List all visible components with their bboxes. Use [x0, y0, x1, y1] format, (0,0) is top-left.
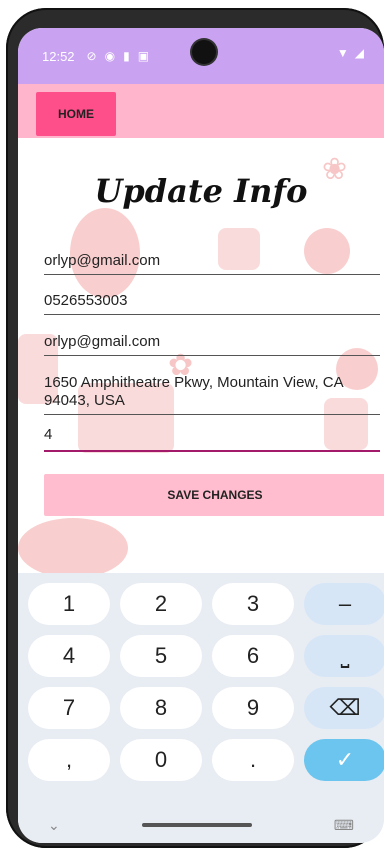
vpn-icon: ⊘: [86, 49, 97, 63]
nav-bar: ⌄ ⌨: [18, 807, 384, 843]
email-field[interactable]: orlyp@gmail.com: [44, 252, 380, 275]
save-changes-button[interactable]: SAVE CHANGES: [44, 474, 384, 516]
minus-key[interactable]: –: [304, 583, 384, 625]
keyboard-icon[interactable]: ⌨: [334, 817, 354, 834]
key-6[interactable]: 6: [212, 635, 294, 677]
key-1[interactable]: 1: [28, 583, 110, 625]
key-5[interactable]: 5: [120, 635, 202, 677]
key-2[interactable]: 2: [120, 583, 202, 625]
address-field[interactable]: 1650 Amphitheatre Pkwy, Mountain View, C…: [44, 374, 380, 415]
key-0[interactable]: 0: [120, 739, 202, 781]
enter-key[interactable]: ✓: [304, 739, 384, 781]
home-button[interactable]: HOME: [36, 92, 116, 136]
phone-frame: 12:52 ⊘ ◉ ▮ ▣ ▼ ◢ HOME ✿ ❀ Update Info o…: [6, 8, 384, 848]
decor-blob: [18, 518, 128, 573]
front-camera: [192, 40, 216, 64]
comma-key[interactable]: ,: [28, 739, 110, 781]
chevron-down-icon[interactable]: ⌄: [48, 817, 60, 834]
phone-field[interactable]: 0526553003: [44, 292, 380, 315]
key-4[interactable]: 4: [28, 635, 110, 677]
space-key[interactable]: ⎵: [304, 635, 384, 677]
status-left-icons: ⊘ ◉ ▮ ▣: [87, 49, 150, 63]
screen: 12:52 ⊘ ◉ ▮ ▣ ▼ ◢ HOME ✿ ❀ Update Info o…: [18, 28, 384, 843]
backspace-key[interactable]: ⌫: [304, 687, 384, 729]
wifi-icon: ▼: [336, 46, 349, 60]
form-content: ✿ ❀ Update Info orlyp@gmail.com 05265530…: [18, 138, 384, 573]
email-confirm-field[interactable]: orlyp@gmail.com: [44, 333, 380, 356]
period-key[interactable]: .: [212, 739, 294, 781]
security-icon: ◉: [104, 49, 116, 63]
home-indicator[interactable]: [141, 823, 252, 827]
notification-icon: ▣: [137, 49, 150, 63]
app-bar: HOME: [18, 84, 384, 138]
status-right-icons: ▼ ◢: [337, 46, 364, 60]
children-count-field[interactable]: 4: [44, 426, 380, 452]
key-8[interactable]: 8: [120, 687, 202, 729]
sd-card-icon: ▮: [123, 49, 130, 63]
key-7[interactable]: 7: [28, 687, 110, 729]
key-3[interactable]: 3: [212, 583, 294, 625]
status-time: 12:52: [42, 48, 75, 64]
status-bar: 12:52 ⊘ ◉ ▮ ▣ ▼ ◢: [18, 28, 384, 84]
key-9[interactable]: 9: [212, 687, 294, 729]
page-title: Update Info: [94, 172, 308, 210]
signal-icon: ◢: [354, 46, 364, 60]
numeric-keyboard: 1 2 3– 4 5 6 ⎵ 7 8 9 ⌫, 0. ✓ ⌄ ⌨: [18, 573, 384, 843]
